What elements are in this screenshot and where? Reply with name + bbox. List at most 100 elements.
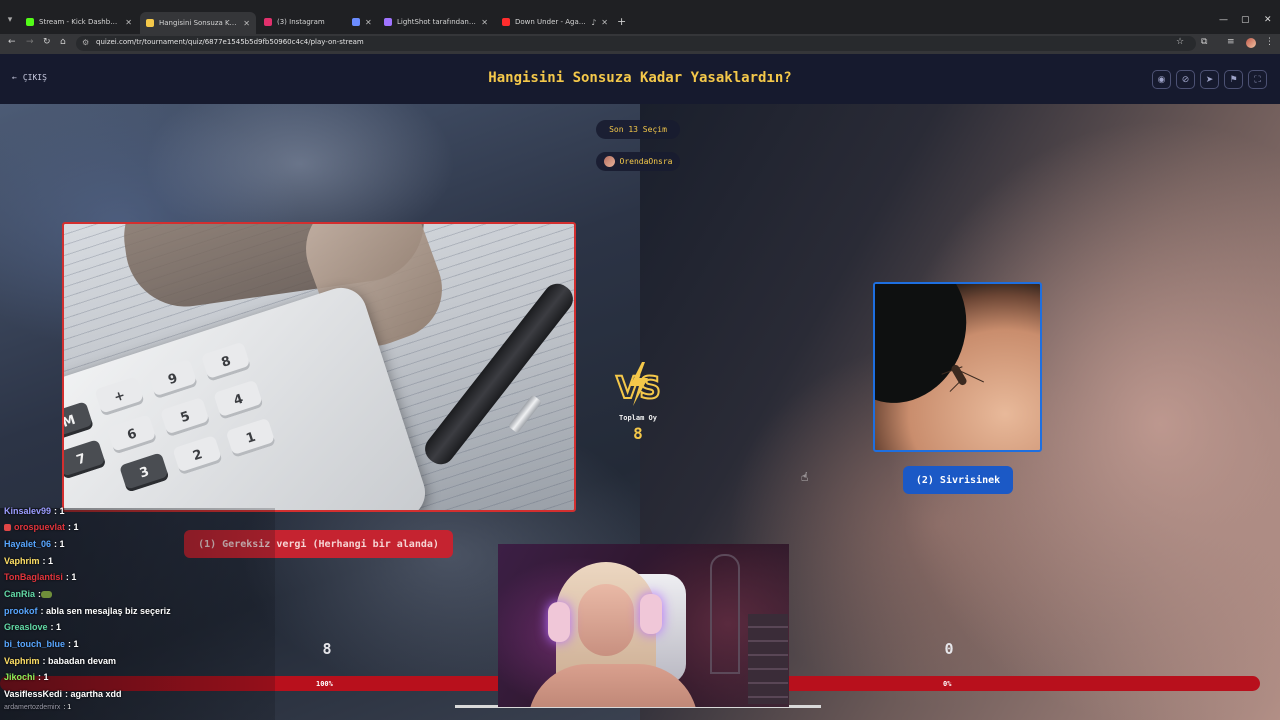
calculator-key: +: [94, 376, 145, 417]
maximize-icon[interactable]: ▢: [1241, 15, 1250, 25]
choice-2-vote-count: 0: [944, 640, 954, 658]
emote-icon: [41, 591, 53, 599]
send-icon[interactable]: ➤: [1200, 70, 1219, 89]
streamer-face-shape: [578, 584, 634, 656]
media-control-icon[interactable]: ≡: [1227, 37, 1235, 47]
tab-quizei[interactable]: Hangisini Sonsuza Kadar Yasakl ✕: [140, 12, 256, 34]
calculator-key: M: [64, 401, 95, 442]
reload-icon[interactable]: ↻: [43, 37, 51, 47]
site-info-icon[interactable]: ⚙: [82, 38, 89, 47]
chat-message: orospuevlat: 1: [4, 522, 79, 532]
chat-username[interactable]: prookof: [4, 606, 38, 616]
chat-message: prookof: abla sen mesajlaş biz seçeriz: [4, 606, 171, 616]
quizei-favicon-icon: [146, 19, 154, 27]
tab-label: Down Under - Agartha Rem: [515, 18, 586, 26]
chat-username[interactable]: CanRia: [4, 589, 35, 599]
crown-badge-icon: [4, 524, 11, 532]
dark-background-shape: [875, 284, 987, 422]
youtube-favicon-icon: [502, 18, 510, 26]
flag-icon[interactable]: ⚑: [1224, 70, 1243, 89]
chat-text: : 1: [68, 522, 79, 532]
chat-username[interactable]: TonBaglantisi: [4, 572, 63, 582]
chat-message: CanRia:: [4, 589, 53, 599]
back-icon[interactable]: ←: [8, 37, 16, 47]
choice-1-image[interactable]: M + 9 8 7 6 5 4 3 2 1: [62, 222, 576, 512]
url-text[interactable]: quizei.com/tr/tournament/quiz/6877e1545b…: [96, 38, 364, 46]
home-icon[interactable]: ⌂: [60, 37, 66, 47]
calculator-key: 6: [106, 414, 158, 455]
forward-icon[interactable]: →: [26, 37, 34, 47]
chat-message: Hayalet_06: 1: [4, 539, 65, 549]
chat-message: Greaslove: 1: [4, 622, 61, 632]
tab-lightshot[interactable]: LightShot tarafından Ekran Gör ✕: [378, 14, 494, 30]
choice-2-percent: 0%: [943, 680, 952, 688]
choice-2-button[interactable]: (2) Sivrisinek: [903, 466, 1013, 494]
browser-menu-icon[interactable]: ⋮: [1265, 37, 1274, 47]
tab-close-icon[interactable]: ✕: [481, 18, 488, 27]
calculator-key: 5: [159, 396, 211, 438]
chat-text: : abla sen mesajlaş biz seçeriz: [40, 606, 171, 616]
chat-message: Kinsalev99: 1: [4, 506, 65, 516]
new-tab-icon[interactable]: +: [617, 15, 626, 28]
chat-username[interactable]: VasiflessKedi: [4, 689, 62, 699]
chat-username[interactable]: Kinsalev99: [4, 506, 51, 516]
tab-youtube-music[interactable]: Down Under - Agartha Rem ♪ ✕: [496, 14, 614, 30]
hand-cursor-icon: ☝: [801, 470, 809, 484]
extensions-icon[interactable]: ⧉: [1201, 37, 1207, 47]
choice-1-percent: 100%: [316, 680, 333, 688]
chat-username[interactable]: bi_touch_blue: [4, 639, 65, 649]
chat-username[interactable]: Jikochi: [4, 672, 35, 682]
window-close-icon[interactable]: ✕: [1264, 15, 1272, 25]
chat-username[interactable]: Vaphrim: [4, 556, 40, 566]
tab-kick-dashboard[interactable]: Stream - Kick Dashboard ✕: [20, 14, 138, 30]
link-icon[interactable]: ⊘: [1176, 70, 1195, 89]
chat-username[interactable]: Hayalet_06: [4, 539, 51, 549]
tab-close-icon[interactable]: ✕: [125, 18, 132, 27]
fullscreen-icon[interactable]: ⛶: [1248, 70, 1267, 89]
tab-close-icon[interactable]: ✕: [601, 18, 608, 27]
chat-text: : 1: [38, 672, 49, 682]
bookmark-star-icon[interactable]: ☆: [1176, 37, 1184, 47]
chat-text: : 1: [50, 622, 62, 632]
chat-username[interactable]: ardamertozdemirx: [4, 704, 60, 711]
tab-close-icon[interactable]: ✕: [365, 18, 372, 27]
profile-avatar[interactable]: [1246, 38, 1256, 48]
stream-chat-overlay: Kinsalev99: 1 orospuevlat: 1 Hayalet_06: 1…: [0, 506, 275, 720]
chat-message: TonBaglantisi: 1: [4, 572, 76, 582]
tab-label: LightShot tarafından Ekran Gör: [397, 18, 476, 26]
window-favicon-icon: [352, 18, 360, 26]
total-votes-value: 8: [633, 424, 643, 443]
lightshot-favicon-icon: [384, 18, 392, 26]
instagram-favicon-icon: [264, 18, 272, 26]
total-votes-label: Toplam Oy: [619, 414, 657, 422]
chat-text: : 1: [65, 572, 77, 582]
calculator-key: 8: [200, 341, 252, 382]
chat-username[interactable]: orospuevlat: [14, 522, 65, 532]
chat-message: Jikochi: 1: [4, 672, 49, 682]
calculator-key: 4: [213, 379, 264, 420]
eye-icon[interactable]: ◉: [1152, 70, 1171, 89]
vs-bolt-icon: VS: [615, 362, 662, 406]
host-badge: OrendaOnsra: [596, 152, 680, 171]
chat-text: : 1: [54, 539, 65, 549]
kick-favicon-icon: [26, 18, 34, 26]
tab-label: Hangisini Sonsuza Kadar Yasakl: [159, 19, 239, 27]
round-label: Son 13 Seçim: [609, 125, 667, 134]
chat-username[interactable]: Greaslove: [4, 622, 48, 632]
choice-2-image[interactable]: [873, 282, 1042, 452]
host-avatar: [603, 156, 615, 167]
speaker-icon[interactable]: ♪: [591, 18, 596, 27]
chat-message: VasiflessKedi: agartha xdd: [4, 689, 122, 699]
choice-1-vote-count: 8: [322, 640, 332, 658]
chat-username[interactable]: Vaphrim: [4, 656, 40, 666]
tab-close-icon[interactable]: ✕: [243, 19, 250, 28]
room-door-shape: [710, 554, 740, 674]
minimize-icon[interactable]: —: [1219, 15, 1228, 25]
headphone-icon: [548, 602, 570, 642]
room-shelf-shape: [748, 614, 788, 704]
tab-untitled[interactable]: ✕: [346, 14, 376, 30]
tab-search-icon[interactable]: ▾: [4, 14, 16, 26]
chat-message: bi_touch_blue: 1: [4, 639, 79, 649]
chat-message: ardamertozdemirx: 1: [4, 704, 71, 711]
chat-text: : 1: [63, 704, 72, 711]
